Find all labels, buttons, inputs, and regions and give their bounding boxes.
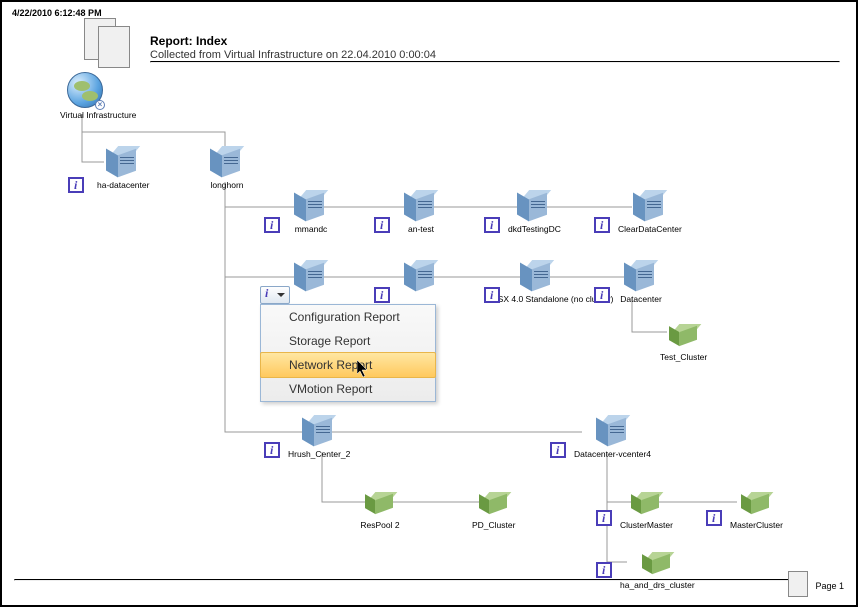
node-label: Virtual Infrastructure (60, 110, 110, 120)
node-label: an-test (398, 224, 444, 234)
globe-icon: × (67, 72, 103, 108)
info-icon[interactable] (596, 510, 612, 526)
report-subtitle: Collected from Virtual Infrastructure on… (150, 49, 436, 61)
node-label: Datacenter (618, 294, 664, 304)
node-datacenter[interactable]: Datacenter (618, 260, 664, 304)
node-label: Hrush_Center_2 (288, 449, 350, 459)
menu-item-configuration-report[interactable]: Configuration Report (261, 305, 435, 329)
report-context-menu: Configuration Report Storage Report Netw… (260, 304, 436, 402)
node-hidden-1[interactable] (288, 260, 334, 294)
footer-thumbnail-icon (788, 571, 808, 597)
menu-item-network-report[interactable]: Network Report (260, 352, 436, 378)
node-esx40[interactable]: ESX 4.0 Standalone (no cluster) (492, 260, 582, 304)
timestamp: 4/22/2010 6:12:48 PM (12, 8, 102, 18)
node-label: dkdTestingDC (508, 224, 561, 234)
node-label: Test_Cluster (660, 352, 707, 362)
node-ha-and-drs-cluster[interactable]: ha_and_drs_cluster (620, 552, 695, 590)
info-icon[interactable] (484, 217, 500, 233)
node-label: ClusterMaster (620, 520, 673, 530)
menu-item-vmotion-report[interactable]: VMotion Report (261, 377, 435, 401)
info-icon[interactable] (594, 287, 610, 303)
info-dropdown-button[interactable] (260, 286, 290, 304)
cluster-icon (360, 492, 400, 516)
server-icon (590, 415, 636, 447)
report-page: 4/22/2010 6:12:48 PM Report: Index Colle… (0, 0, 858, 607)
cluster-icon (736, 492, 776, 516)
info-icon[interactable] (484, 287, 500, 303)
info-icon[interactable] (596, 562, 612, 578)
info-icon[interactable] (594, 217, 610, 233)
header-divider (150, 61, 840, 63)
info-icon[interactable] (374, 287, 390, 303)
node-test-cluster[interactable]: Test_Cluster (660, 324, 707, 362)
node-label: ResPool 2 (360, 520, 400, 530)
node-hidden-2[interactable] (398, 260, 444, 294)
node-pd-cluster[interactable]: PD_Cluster (472, 492, 515, 530)
info-icon[interactable] (550, 442, 566, 458)
node-respool2[interactable]: ResPool 2 (360, 492, 400, 530)
node-datacenter-vcenter4[interactable]: Datacenter-vcenter4 (574, 415, 651, 459)
cluster-icon (474, 492, 514, 516)
footer-divider (14, 579, 798, 581)
node-longhorn[interactable]: longhorn (204, 146, 250, 190)
server-icon (511, 190, 557, 222)
cluster-icon (664, 324, 704, 348)
server-icon (288, 260, 334, 292)
menu-item-storage-report[interactable]: Storage Report (261, 329, 435, 353)
node-clustermaster[interactable]: ClusterMaster (620, 492, 673, 530)
server-icon (204, 146, 250, 178)
server-icon (100, 146, 146, 178)
node-label: PD_Cluster (472, 520, 515, 530)
server-icon (514, 260, 560, 292)
node-ha-datacenter[interactable]: ha-datacenter (97, 146, 149, 190)
server-icon (288, 190, 334, 222)
server-icon (398, 260, 444, 292)
node-mastercluster[interactable]: MasterCluster (730, 492, 783, 530)
node-label: Datacenter-vcenter4 (574, 449, 651, 459)
server-icon (296, 415, 342, 447)
node-cleardatacenter[interactable]: ClearDataCenter (618, 190, 682, 234)
server-icon (398, 190, 444, 222)
node-hrush-center-2[interactable]: Hrush_Center_2 (288, 415, 350, 459)
info-icon[interactable] (264, 442, 280, 458)
node-label: mmandc (288, 224, 334, 234)
node-label: ClearDataCenter (618, 224, 682, 234)
cluster-icon (637, 552, 677, 576)
node-label: ha-datacenter (97, 180, 149, 190)
info-icon[interactable] (706, 510, 722, 526)
info-icon[interactable] (374, 217, 390, 233)
page-number: Page 1 (815, 581, 844, 591)
server-icon (627, 190, 673, 222)
info-icon[interactable] (68, 177, 84, 193)
server-icon (618, 260, 664, 292)
node-mmandc[interactable]: mmandc (288, 190, 334, 234)
header-thumbnail-icon (84, 18, 140, 74)
info-icon[interactable] (264, 217, 280, 233)
node-label: longhorn (204, 180, 250, 190)
report-header: Report: Index Collected from Virtual Inf… (150, 34, 436, 61)
node-label: MasterCluster (730, 520, 783, 530)
cluster-icon (626, 492, 666, 516)
node-an-test[interactable]: an-test (398, 190, 444, 234)
report-title: Report: Index (150, 34, 436, 48)
node-dkdtestingdc[interactable]: dkdTestingDC (508, 190, 561, 234)
node-virtual-infrastructure[interactable]: × Virtual Infrastructure (60, 72, 110, 120)
node-label: ESX 4.0 Standalone (no cluster) (492, 294, 582, 304)
node-label: ha_and_drs_cluster (620, 580, 695, 590)
